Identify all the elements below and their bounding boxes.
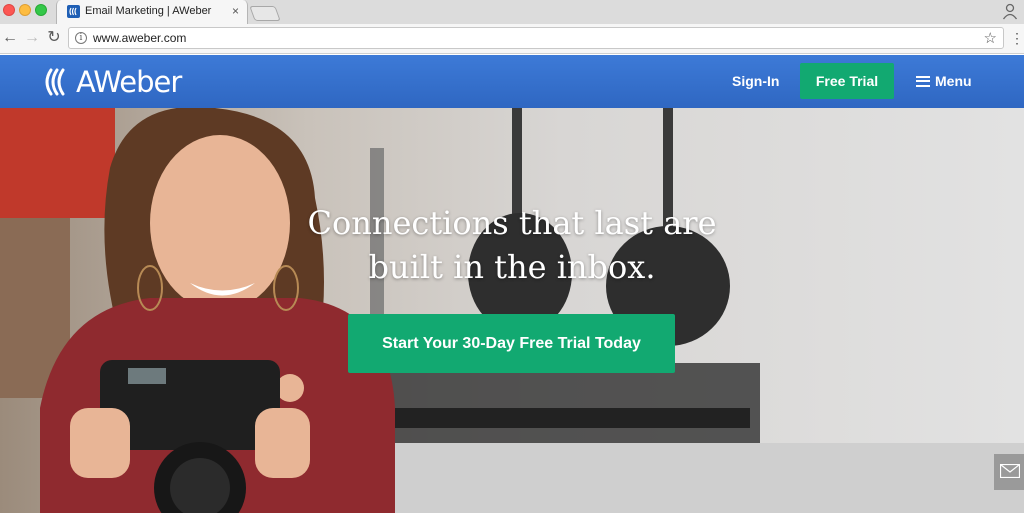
menu-label: Menu xyxy=(935,73,972,89)
logo-text: AWeber xyxy=(76,65,182,99)
free-trial-button[interactable]: Free Trial xyxy=(800,63,894,99)
site-header: AWeber Sign-In Free Trial Menu xyxy=(0,55,1024,108)
tab-close-icon[interactable]: × xyxy=(232,4,239,18)
sign-in-link[interactable]: Sign-In xyxy=(732,73,779,89)
profile-icon[interactable] xyxy=(1002,2,1018,20)
new-tab-button[interactable] xyxy=(249,6,281,21)
hero-photo xyxy=(0,108,1024,513)
hamburger-icon xyxy=(916,75,930,87)
back-arrow-icon[interactable]: ← xyxy=(0,28,20,48)
kebab-menu-icon[interactable]: ⋮ xyxy=(1010,29,1024,47)
hero-section: Connections that last are built in the i… xyxy=(0,108,1024,513)
browser-toolbar: ← → ↻ i www.aweber.com ☆ ⋮ xyxy=(0,24,1024,54)
close-window-button[interactable] xyxy=(3,4,15,16)
hero-heading-line-2: built in the inbox. xyxy=(368,248,656,286)
aweber-logo-icon xyxy=(45,68,65,96)
url-text[interactable]: www.aweber.com xyxy=(93,31,186,45)
minimize-window-button[interactable] xyxy=(19,4,31,16)
aweber-favicon-icon xyxy=(67,5,80,18)
start-free-trial-button[interactable]: Start Your 30-Day Free Trial Today xyxy=(348,314,675,373)
browser-tab-strip: Email Marketing | AWeber × xyxy=(0,0,1024,24)
browser-tab-active[interactable]: Email Marketing | AWeber × xyxy=(56,0,248,24)
hero-heading-line-1: Connections that last are xyxy=(307,204,717,242)
hero-heading: Connections that last are built in the i… xyxy=(262,201,762,289)
maximize-window-button[interactable] xyxy=(35,4,47,16)
menu-button[interactable]: Menu xyxy=(916,73,972,89)
forward-arrow-icon[interactable]: → xyxy=(22,28,42,48)
info-icon[interactable]: i xyxy=(75,32,87,44)
address-bar[interactable]: i www.aweber.com ☆ xyxy=(68,27,1004,49)
reload-icon[interactable]: ↻ xyxy=(44,28,64,48)
star-icon[interactable]: ☆ xyxy=(984,29,997,47)
email-signup-tab[interactable] xyxy=(994,454,1024,490)
mail-icon xyxy=(1000,464,1020,478)
aweber-logo[interactable]: AWeber xyxy=(42,65,182,99)
tab-title: Email Marketing | AWeber xyxy=(85,5,212,17)
